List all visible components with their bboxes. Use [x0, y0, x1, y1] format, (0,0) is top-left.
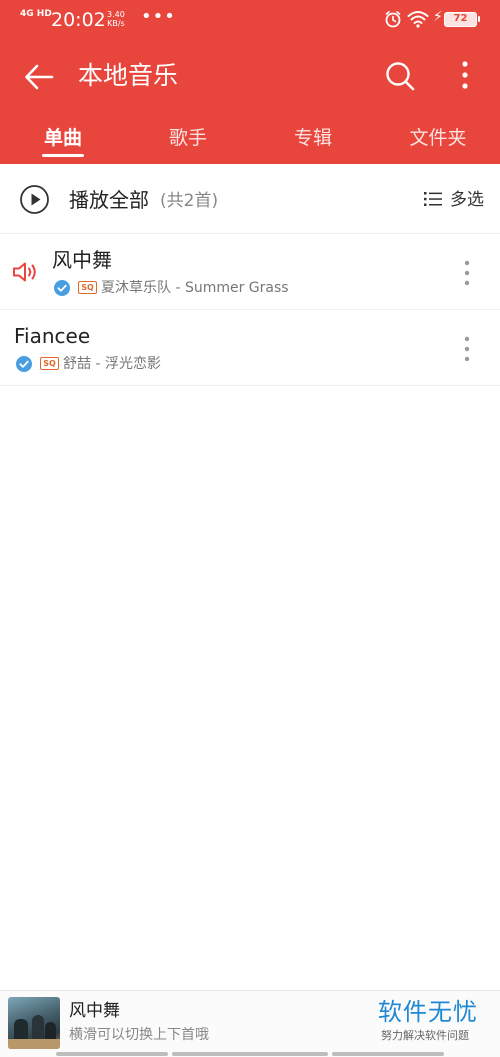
network-speed-value: 3.40 — [107, 10, 125, 19]
page-title: 本地音乐 — [78, 61, 179, 90]
sq-quality-badge: SQ — [78, 281, 97, 294]
album-cover[interactable] — [8, 997, 60, 1049]
network-speed: 3.40 KB/s — [107, 10, 125, 28]
bottom-edge-bars — [0, 1052, 500, 1057]
tab-active-indicator — [42, 154, 84, 157]
play-all-label[interactable]: 播放全部 — [69, 185, 149, 215]
now-playing-speaker-icon — [13, 262, 36, 282]
verified-check-icon — [54, 280, 70, 296]
status-time: 20:02 — [51, 9, 106, 31]
alarm-icon — [385, 11, 401, 28]
top-app-bar: 4G HD 20:02 3.40 KB/s ••• ⚡ 72 本地音乐 单曲 歌… — [0, 0, 500, 164]
network-indicator: 4G HD — [20, 9, 52, 19]
more-vertical-icon[interactable] — [462, 336, 472, 362]
sq-quality-badge: SQ — [40, 357, 59, 370]
charging-icon: ⚡ — [433, 9, 443, 25]
search-icon[interactable] — [384, 60, 416, 92]
tab-songs[interactable]: 单曲 — [13, 118, 113, 164]
more-vertical-icon[interactable] — [453, 59, 477, 93]
tab-albums[interactable]: 专辑 — [263, 118, 363, 164]
verified-check-icon — [16, 356, 32, 372]
more-vertical-icon[interactable] — [462, 260, 472, 286]
battery-indicator: 72 — [444, 12, 480, 27]
song-artist-album: 舒喆 - 浮光恋影 — [63, 356, 161, 372]
status-more-icon: ••• — [141, 6, 176, 27]
category-tabs: 单曲 歌手 专辑 文件夹 — [0, 118, 500, 164]
list-icon[interactable] — [424, 191, 442, 207]
status-bar: 4G HD 20:02 3.40 KB/s ••• ⚡ 72 — [0, 0, 500, 40]
mini-player-title: 风中舞 — [69, 1001, 120, 1021]
song-title: 风中舞 — [52, 248, 112, 272]
mini-player-hint: 横滑可以切换上下首哦 — [69, 1027, 209, 1043]
local-music-screen: 4G HD 20:02 3.40 KB/s ••• ⚡ 72 本地音乐 单曲 歌… — [0, 0, 500, 1057]
song-artist-album: 夏沐草乐队 - Summer Grass — [101, 280, 289, 296]
watermark-logo: 软件无忧 — [378, 998, 478, 1026]
back-arrow-icon[interactable] — [22, 60, 56, 94]
song-count: (共2首) — [160, 191, 219, 211]
watermark-tagline: 努力解决软件问题 — [381, 1029, 469, 1042]
play-circle-icon[interactable] — [19, 184, 50, 215]
tab-folders[interactable]: 文件夹 — [388, 118, 488, 164]
multi-select-button[interactable]: 多选 — [450, 187, 484, 213]
network-speed-unit: KB/s — [107, 19, 125, 28]
wifi-icon — [407, 11, 429, 28]
tab-artists[interactable]: 歌手 — [138, 118, 238, 164]
song-title: Fiancee — [14, 324, 91, 348]
